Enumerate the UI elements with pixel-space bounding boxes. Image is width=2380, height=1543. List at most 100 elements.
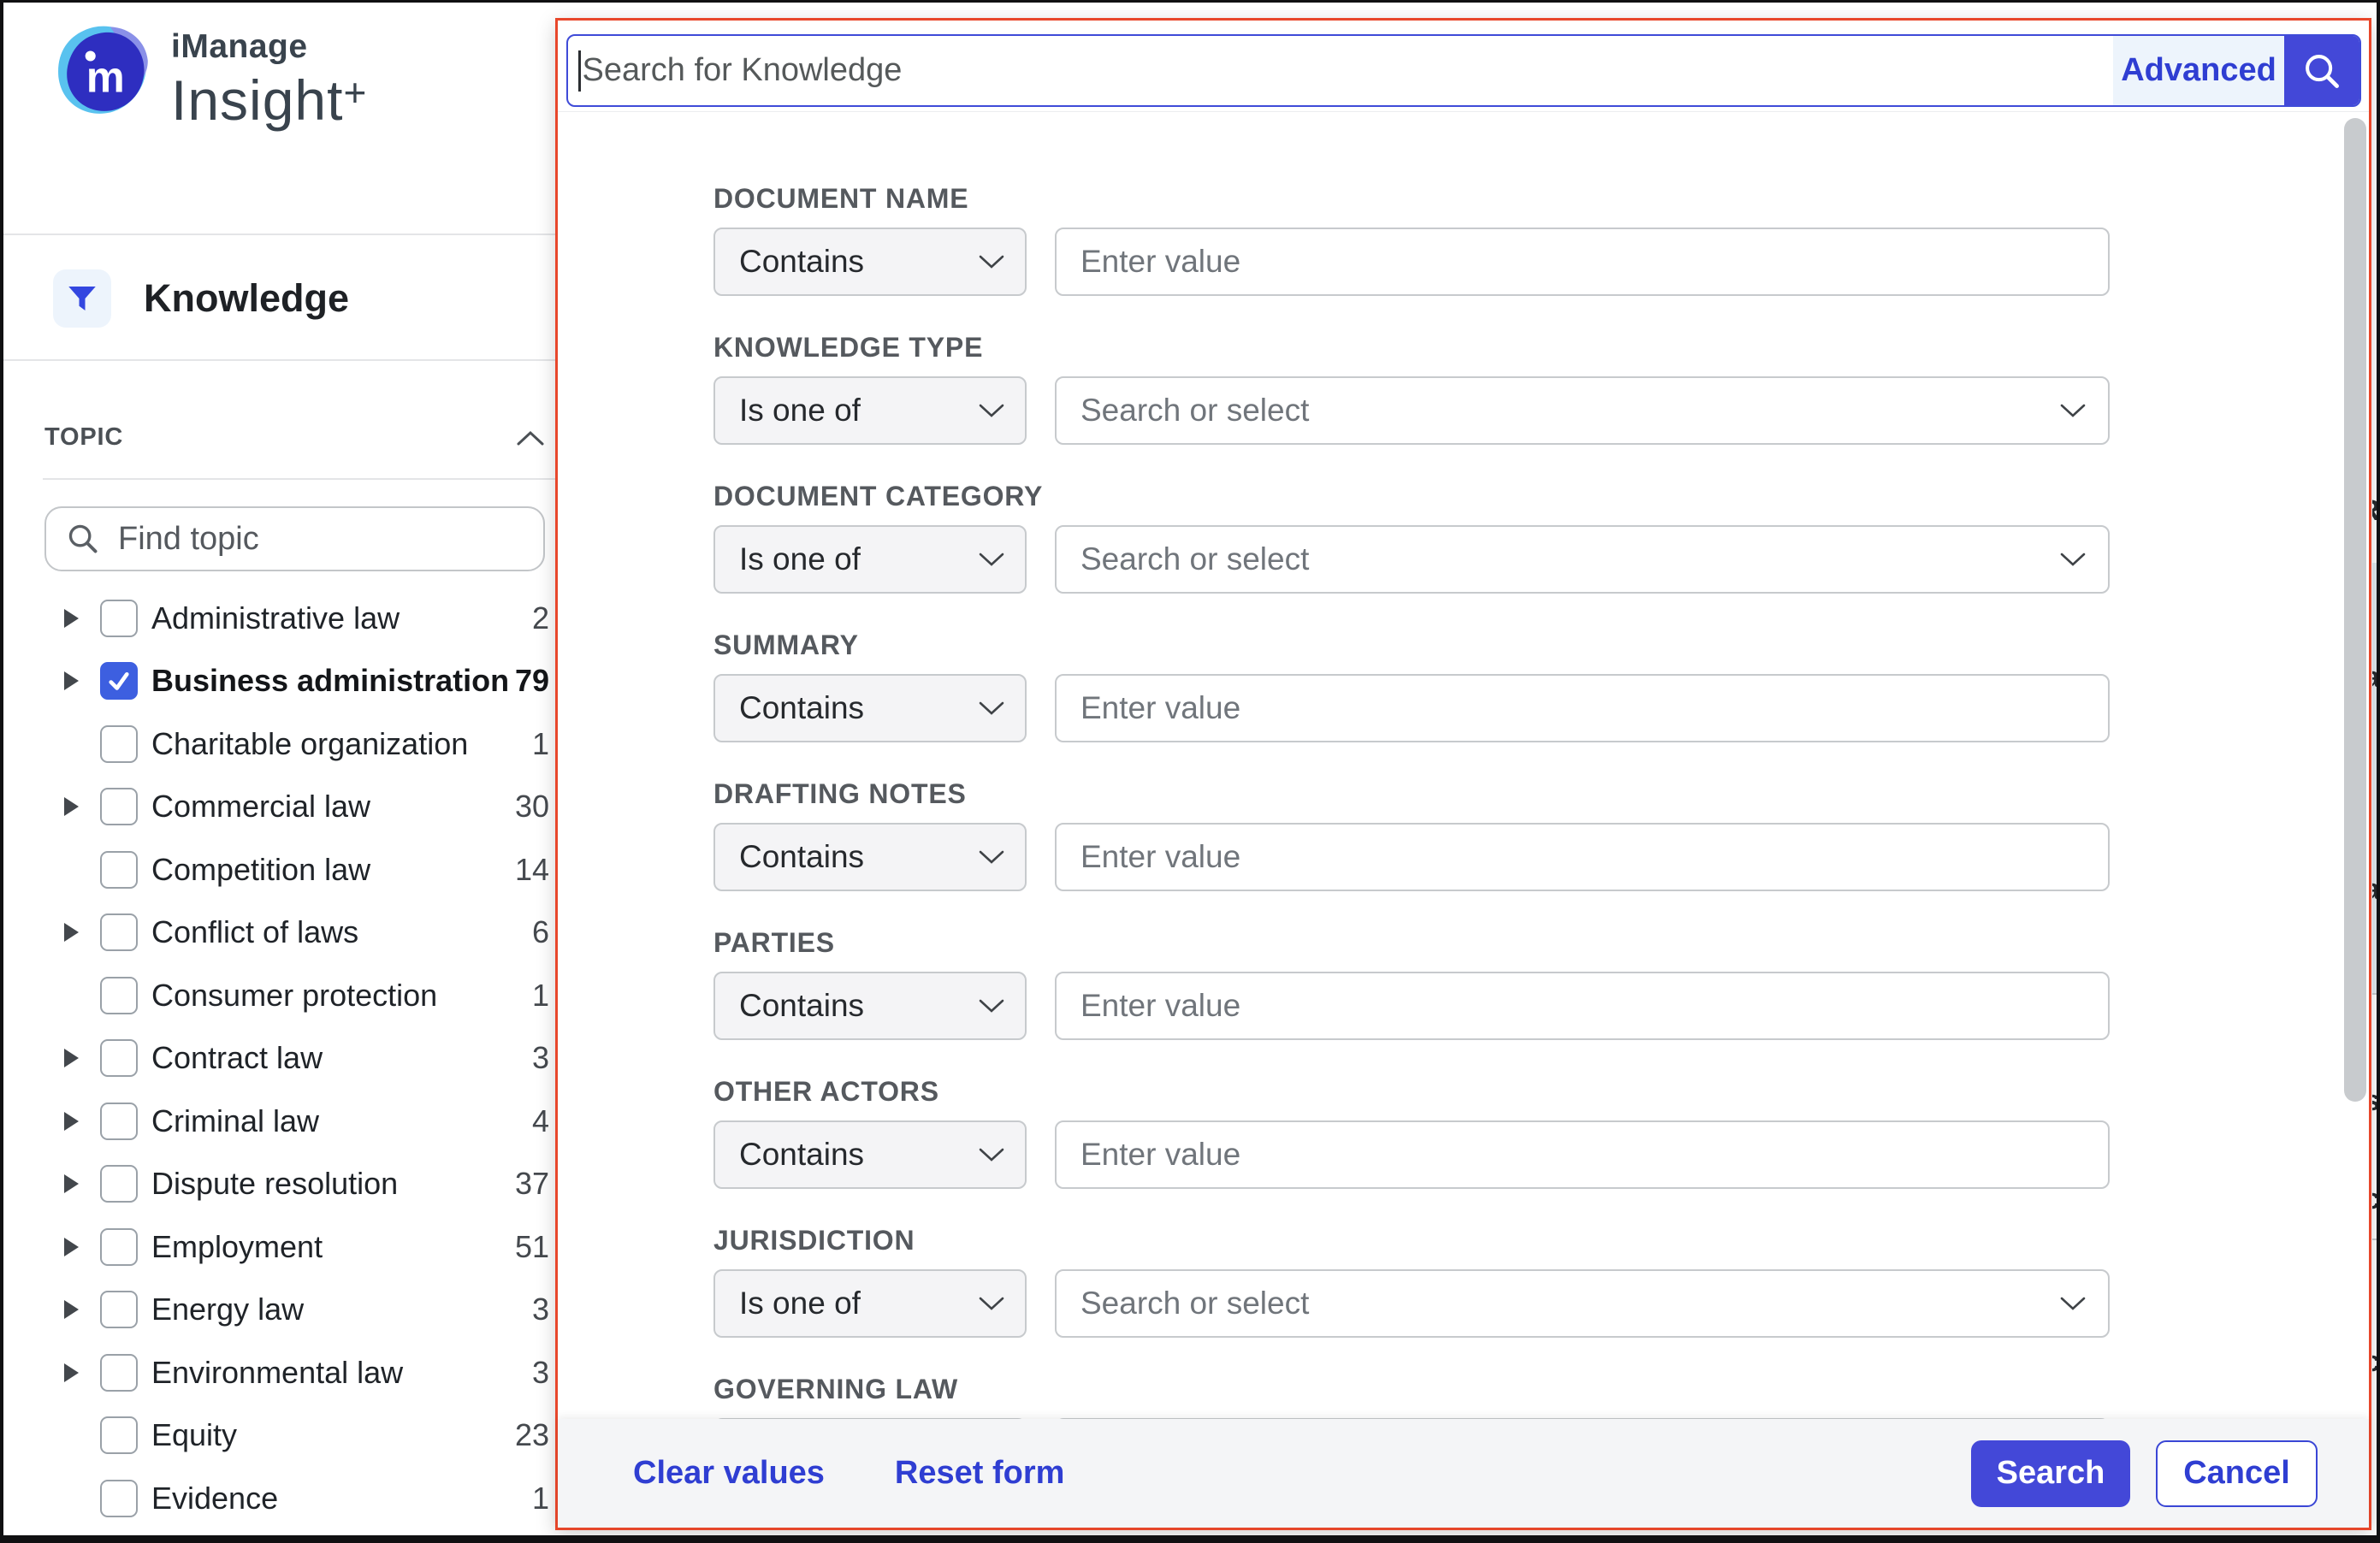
topic-checkbox[interactable] [100,1039,138,1077]
topic-checkbox[interactable] [100,725,138,763]
topic-count: 79 [515,663,549,699]
topic-row[interactable]: Employment 51 [3,1215,568,1279]
topic-checkbox[interactable] [100,788,138,825]
topic-row[interactable]: Evidence 1 [3,1467,568,1530]
topic-count: 3 [532,1355,549,1391]
operator-value: Contains [739,988,864,1024]
operator-value: Contains [739,1137,864,1173]
search-button[interactable]: Search [1971,1440,2130,1507]
chevron-down-icon [979,404,1004,418]
expand-arrow-icon[interactable] [64,671,79,690]
topic-checkbox[interactable] [100,1103,138,1140]
divider [43,478,559,480]
operator-dropdown[interactable]: Is one of [713,376,1027,445]
operator-dropdown[interactable]: Is one of [713,525,1027,594]
operator-dropdown[interactable]: Is one of [713,1269,1027,1338]
value-input[interactable]: Enter value [1055,674,2110,742]
expand-arrow-icon[interactable] [64,1174,79,1193]
value-placeholder: Search or select [1080,541,1309,577]
form-field-group: KNOWLEDGE TYPE Is one of Search or selec… [713,330,2369,445]
topic-row[interactable]: Administrative law 2 [3,587,568,650]
topic-checkbox[interactable] [100,1291,138,1328]
cancel-button[interactable]: Cancel [2156,1440,2318,1507]
topic-row[interactable]: Criminal law 4 [3,1090,568,1153]
field-row: Contains Enter value [713,674,2369,742]
background-row-band [2372,563,2380,995]
operator-value: Is one of [739,393,861,429]
operator-dropdown[interactable]: Contains [713,972,1027,1040]
field-row: Contains Enter value [713,972,2369,1040]
operator-dropdown[interactable]: Contains [713,674,1027,742]
topic-row[interactable]: Contract law 3 [3,1027,568,1091]
expand-arrow-icon[interactable] [64,1300,79,1319]
form-field-group: SUMMARY Contains Enter value [713,628,2369,742]
value-input[interactable]: Enter value [1055,972,2110,1040]
form-field-group: OTHER ACTORS Contains Enter value [713,1074,2369,1189]
scrollbar-thumb[interactable] [2344,118,2366,1102]
clear-values-button[interactable]: Clear values [633,1455,825,1492]
topic-checkbox[interactable] [100,1165,138,1203]
value-placeholder: Search or select [1080,393,1309,429]
topic-row[interactable]: Competition law 14 [3,838,568,902]
value-input[interactable]: Enter value [1055,228,2110,296]
expand-arrow-icon[interactable] [64,609,79,628]
clipped-text-fragment: ss [2372,1085,2380,1118]
topic-row[interactable]: Environmental law 3 [3,1341,568,1404]
value-input[interactable]: Search or select [1055,525,2110,594]
topic-checkbox[interactable] [100,913,138,951]
expand-arrow-icon[interactable] [64,1112,79,1131]
find-topic-input[interactable]: Find topic [44,506,545,571]
topic-section-header[interactable]: TOPIC [44,423,545,452]
advanced-button[interactable]: Advanced [2113,36,2284,105]
chevron-up-icon[interactable] [516,429,545,446]
value-input[interactable]: Search or select [1055,1269,2110,1338]
topic-checkbox[interactable] [100,600,138,637]
topic-row[interactable]: Conflict of laws 6 [3,902,568,965]
expand-arrow-icon[interactable] [64,923,79,942]
topic-label: Criminal law [151,1103,319,1139]
topic-count: 1 [532,1481,549,1516]
topic-checkbox[interactable] [100,1354,138,1392]
dialog-scrollbar[interactable] [2344,115,2366,1416]
topic-checkbox[interactable] [100,1228,138,1266]
operator-dropdown[interactable]: Contains [713,1120,1027,1189]
topic-row[interactable]: Consumer protection 1 [3,964,568,1027]
imanage-logo: m iManage Insight+ [53,23,367,133]
clipped-text-fragment: la [2372,661,2380,695]
topic-section-title: TOPIC [44,423,123,452]
chevron-down-icon [2060,404,2086,418]
expand-arrow-icon[interactable] [64,1363,79,1382]
expand-arrow-icon[interactable] [64,1049,79,1067]
topic-row[interactable]: Business administration 79 [3,650,568,713]
dialog-footer: Clear values Reset form Search Cancel [558,1419,2369,1528]
topic-row[interactable]: Equity 23 [3,1404,568,1468]
check-icon [104,666,133,695]
topic-checkbox[interactable] [100,977,138,1014]
topic-checkbox[interactable] [100,662,138,700]
search-input[interactable]: Search for Knowledge [568,36,2113,105]
value-input[interactable]: Enter value [1055,1120,2110,1189]
topic-checkbox[interactable] [100,1480,138,1517]
form-field-group: GOVERNING LAW [713,1372,2369,1419]
topic-checkbox[interactable] [100,1416,138,1454]
expand-arrow-icon[interactable] [64,1238,79,1256]
value-input[interactable]: Enter value [1055,823,2110,891]
topic-row[interactable]: Commercial law 30 [3,776,568,839]
search-submit-button[interactable] [2284,36,2359,105]
search-form: DOCUMENT NAME Contains Enter value [558,111,2369,1419]
logo-product-name: Insight [171,68,343,132]
operator-dropdown[interactable]: Contains [713,823,1027,891]
logo-brand-text: iManage [171,28,367,66]
topic-count: 14 [515,852,549,888]
reset-form-button[interactable]: Reset form [895,1455,1065,1492]
topic-label: Employment [151,1229,323,1265]
expand-arrow-icon[interactable] [64,797,79,816]
operator-dropdown[interactable]: Contains [713,228,1027,296]
topic-checkbox[interactable] [100,851,138,889]
topic-row[interactable]: Charitable organization 1 [3,712,568,776]
topic-row[interactable]: Energy law 3 [3,1279,568,1342]
topic-label: Dispute resolution [151,1166,398,1202]
topic-count: 2 [532,600,549,636]
topic-row[interactable]: Dispute resolution 37 [3,1153,568,1216]
value-input[interactable]: Search or select [1055,376,2110,445]
